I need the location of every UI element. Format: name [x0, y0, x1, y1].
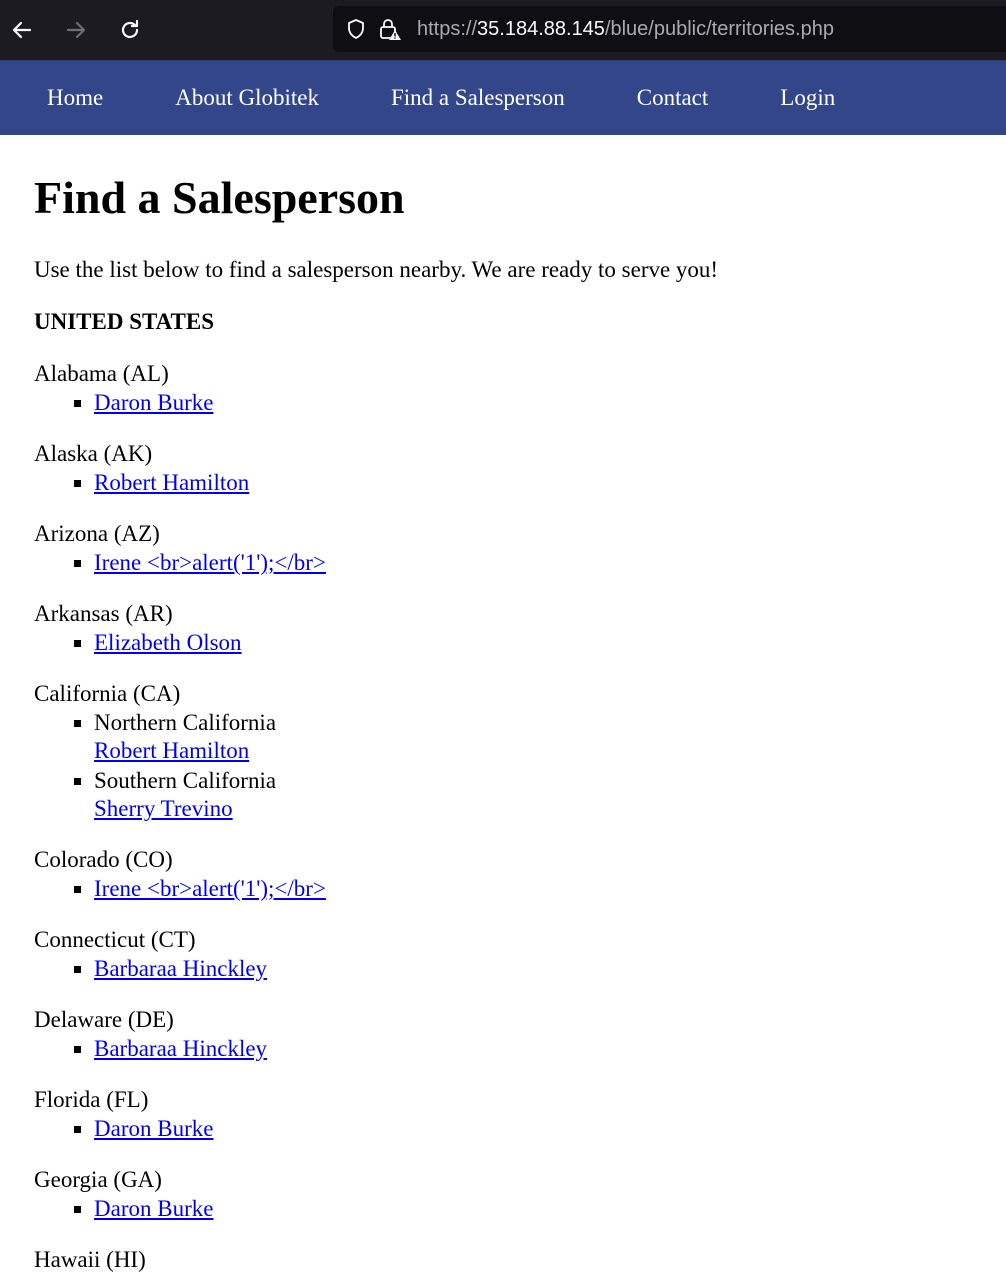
- state-block: Colorado (CO) Irene <br>alert('1');</br>: [34, 845, 972, 903]
- salesperson-list: Irene <br>alert('1');</br>: [34, 875, 972, 903]
- salesperson-list: Irene <br>alert('1');</br>: [34, 549, 972, 577]
- salesperson-list: Daron Burke: [34, 1115, 972, 1143]
- salesperson-item: Irene <br>alert('1');</br>: [74, 875, 972, 903]
- state-name: Florida (FL): [34, 1087, 149, 1112]
- region-label: Southern California: [94, 768, 277, 793]
- salesperson-item: Barbaraa Hinckley: [74, 955, 972, 983]
- salesperson-link[interactable]: Sherry Trevino: [94, 796, 233, 821]
- arrow-right-icon: [66, 21, 86, 39]
- state-block: California (CA) Northern California Robert…: [34, 679, 972, 823]
- salesperson-list: Daron Burke: [34, 1195, 972, 1223]
- state-block: Alabama (AL) Daron Burke: [34, 359, 972, 417]
- url-prefix: https://: [417, 17, 478, 40]
- salesperson-link[interactable]: Daron Burke: [94, 390, 213, 415]
- salesperson-link[interactable]: Robert Hamilton: [94, 738, 249, 763]
- nav-login-link[interactable]: Login: [780, 85, 835, 111]
- salesperson-link[interactable]: Irene <br>alert('1');</br>: [94, 550, 326, 575]
- state-name: California (CA): [34, 681, 181, 706]
- territory-list: Alabama (AL) Daron Burke Alaska (AK) Robert…: [34, 359, 972, 1275]
- salesperson-item: Daron Burke: [74, 1115, 972, 1143]
- salesperson-link[interactable]: Daron Burke: [94, 1196, 213, 1221]
- salesperson-link[interactable]: Elizabeth Olson: [94, 630, 242, 655]
- reload-button[interactable]: [114, 14, 146, 46]
- nav-about-link[interactable]: About Globitek: [175, 85, 319, 111]
- salesperson-item: Daron Burke: [74, 1195, 972, 1223]
- region-label: Northern California: [94, 710, 277, 735]
- state-name: Hawaii (HI): [34, 1247, 146, 1272]
- page-title: Find a Salesperson: [34, 172, 405, 223]
- salesperson-item: Daron Burke: [74, 389, 972, 417]
- country-heading: UNITED STATES: [34, 309, 215, 334]
- forward-button[interactable]: [60, 14, 92, 46]
- state-block: Connecticut (CT) Barbaraa Hinckley: [34, 925, 972, 983]
- intro-text: Use the list below to find a salesperson…: [34, 257, 719, 282]
- state-block: Florida (FL) Daron Burke: [34, 1085, 972, 1143]
- salesperson-list: Northern California Robert Hamilton Southe…: [34, 709, 972, 823]
- shield-icon[interactable]: [343, 16, 369, 42]
- back-button[interactable]: [6, 14, 38, 46]
- salesperson-list: Barbaraa Hinckley: [34, 955, 972, 983]
- salesperson-item: Southern California Sherry Trevino: [74, 767, 972, 823]
- salesperson-link[interactable]: Daron Burke: [94, 1116, 213, 1141]
- nav-find-salesperson-link[interactable]: Find a Salesperson: [391, 85, 565, 111]
- salesperson-list: Robert Hamilton: [34, 469, 972, 497]
- url-path: /blue/public/territories.php: [604, 17, 834, 40]
- main-content: Find a Salesperson Use the list below to…: [0, 173, 1006, 1275]
- salesperson-item: Barbaraa Hinckley: [74, 1035, 972, 1063]
- salesperson-link[interactable]: Robert Hamilton: [94, 470, 249, 495]
- state-name: Delaware (DE): [34, 1007, 174, 1032]
- reload-icon: [121, 19, 139, 39]
- salesperson-item: Northern California Robert Hamilton: [74, 709, 972, 765]
- state-name: Connecticut (CT): [34, 927, 196, 952]
- state-name: Alaska (AK): [34, 441, 153, 466]
- salesperson-link[interactable]: Irene <br>alert('1');</br>: [94, 876, 326, 901]
- state-block: Hawaii (HI): [34, 1245, 972, 1275]
- salesperson-list: Daron Burke: [34, 389, 972, 417]
- salesperson-list: Elizabeth Olson: [34, 629, 972, 657]
- state-block: Arizona (AZ) Irene <br>alert('1');</br>: [34, 519, 972, 577]
- state-name: Georgia (GA): [34, 1167, 162, 1192]
- state-name: Alabama (AL): [34, 361, 169, 386]
- salesperson-list: Barbaraa Hinckley: [34, 1035, 972, 1063]
- state-name: Arkansas (AR): [34, 601, 173, 626]
- address-bar[interactable]: https://35.184.88.145/blue/public/territ…: [333, 6, 1006, 52]
- salesperson-item: Elizabeth Olson: [74, 629, 972, 657]
- salesperson-link[interactable]: Barbaraa Hinckley: [94, 1036, 267, 1061]
- state-block: Alaska (AK) Robert Hamilton: [34, 439, 972, 497]
- salesperson-link[interactable]: Barbaraa Hinckley: [94, 956, 267, 981]
- salesperson-item: Robert Hamilton: [74, 469, 972, 497]
- insecure-lock-icon[interactable]: [377, 16, 403, 42]
- url-text: https://35.184.88.145/blue/public/territ…: [417, 18, 834, 41]
- state-block: Georgia (GA) Daron Burke: [34, 1165, 972, 1223]
- arrow-left-icon: [12, 21, 32, 39]
- browser-toolbar: https://35.184.88.145/blue/public/territ…: [0, 0, 1006, 60]
- state-name: Arizona (AZ): [34, 521, 160, 546]
- salesperson-item: Irene <br>alert('1');</br>: [74, 549, 972, 577]
- state-block: Arkansas (AR) Elizabeth Olson: [34, 599, 972, 657]
- nav-contact-link[interactable]: Contact: [637, 85, 709, 111]
- state-name: Colorado (CO): [34, 847, 173, 872]
- site-navigation: Home About Globitek Find a Salesperson C…: [0, 60, 1006, 135]
- state-block: Delaware (DE) Barbaraa Hinckley: [34, 1005, 972, 1063]
- nav-home-link[interactable]: Home: [47, 85, 103, 111]
- url-host: 35.184.88.145: [477, 17, 605, 40]
